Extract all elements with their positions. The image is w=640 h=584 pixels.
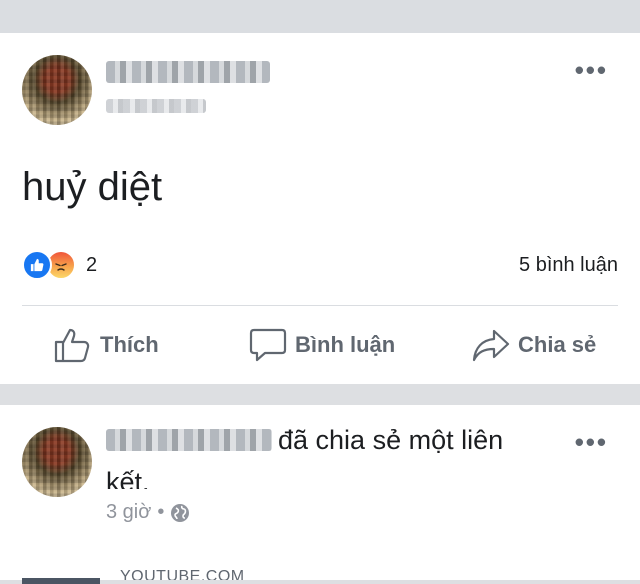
link-thumbnail[interactable] — [22, 578, 100, 584]
comment-button-label: Bình luận — [295, 332, 396, 357]
feed-post: ••• huỷ diệt 2 5 bình luận Thích Bình lu… — [0, 33, 640, 384]
like-reaction-icon — [22, 250, 52, 280]
post-options-icon[interactable]: ••• — [575, 57, 608, 83]
meta-separator: • — [157, 501, 165, 523]
post-time[interactable]: 3 giờ — [106, 501, 151, 524]
share-button-label: Chia sẻ — [518, 332, 597, 357]
comment-icon — [249, 328, 287, 362]
post-options-icon[interactable]: ••• — [575, 429, 608, 455]
like-button-label: Thích — [100, 332, 159, 357]
post-meta-blurred — [106, 99, 206, 113]
feed-post: đã chia sẻ một liên kết. ••• 3 giờ • YOU… — [0, 405, 640, 584]
share-description: đã chia sẻ một liên — [278, 425, 504, 455]
like-button[interactable]: Thích — [54, 325, 159, 365]
author-avatar[interactable] — [22, 427, 92, 497]
author-name-blurred[interactable] — [106, 429, 272, 451]
share-button[interactable]: Chia sẻ — [472, 325, 596, 365]
share-icon — [472, 329, 510, 362]
author-name-blurred[interactable] — [106, 61, 270, 83]
comment-count-link[interactable]: 5 bình luận — [519, 254, 618, 277]
feed-gap — [0, 0, 640, 33]
link-domain: YOUTUBE.COM — [120, 568, 245, 580]
action-divider — [22, 305, 618, 306]
author-avatar[interactable] — [22, 55, 92, 125]
reaction-summary[interactable]: 2 — [22, 250, 98, 280]
reaction-count: 2 — [86, 253, 98, 276]
globe-icon — [171, 503, 190, 522]
share-description-continued: kết. — [106, 467, 150, 489]
comment-button[interactable]: Bình luận — [249, 325, 395, 365]
post-text: huỷ diệt — [22, 165, 163, 209]
thumbs-up-icon — [54, 328, 90, 363]
post-meta: 3 giờ • — [106, 501, 190, 524]
